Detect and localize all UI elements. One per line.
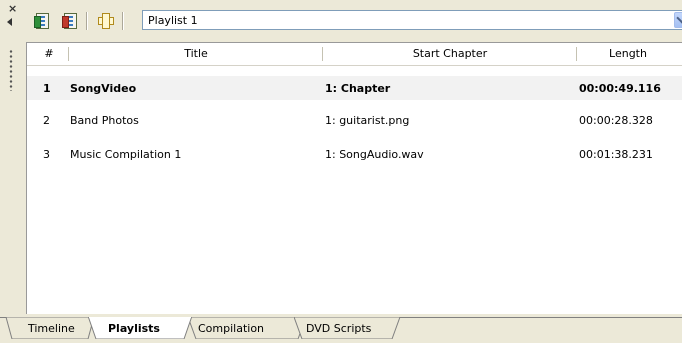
row-length: 00:00:49.116 [579,82,661,95]
table-row[interactable]: 2 Band Photos 1: guitarist.png 00:00:28.… [27,108,682,132]
playlist-select-value: Playlist 1 [148,14,198,27]
table-header: # Title Start Chapter Length [27,43,682,66]
table-row[interactable]: 3 Music Compilation 1 1: SongAudio.wav 0… [27,142,682,166]
row-title: SongVideo [70,82,137,95]
column-header-start-chapter[interactable]: Start Chapter [323,47,577,60]
row-start-chapter: 1: guitarist.png [325,114,410,127]
row-number: 3 [43,148,50,161]
tab-label: DVD Scripts [306,322,372,335]
delete-playlist-button[interactable] [58,9,80,31]
row-title: Band Photos [70,114,139,127]
grip-handle-icon[interactable] [9,49,13,91]
row-number: 1 [43,82,51,95]
add-button[interactable] [94,9,116,31]
new-playlist-button[interactable] [30,9,52,31]
tab-dvd-scripts[interactable]: DVD Scripts [294,317,404,339]
close-icon[interactable]: × [8,3,17,14]
tab-label: Compilation [198,322,265,335]
tab-label: Playlists [108,322,160,335]
row-length: 00:00:28.328 [579,114,653,127]
delete-playlist-icon [62,12,77,29]
collapse-arrow-icon[interactable] [7,18,12,26]
playlist-table: # Title Start Chapter Length 1 SongVideo… [26,42,682,314]
row-number: 2 [43,114,50,127]
tab-bar: Timeline Compilation DVD Scripts Playlis… [0,317,682,343]
playlist-select[interactable]: Playlist 1 [142,10,682,30]
tab-playlists[interactable]: Playlists [88,317,192,339]
row-length: 00:01:38.231 [579,148,653,161]
row-title: Music Compilation 1 [70,148,182,161]
column-header-number[interactable]: # [37,47,61,60]
toolbar-separator [122,12,124,30]
tab-timeline[interactable]: Timeline [0,317,100,339]
row-start-chapter: 1: SongAudio.wav [325,148,424,161]
column-header-length[interactable]: Length [577,47,679,60]
toolbar: Playlist 1 [26,6,682,36]
tab-label: Timeline [28,322,75,335]
chevron-down-icon [676,12,682,24]
new-playlist-icon [34,12,49,29]
dock-strip: × [0,0,26,343]
toolbar-separator [86,12,88,30]
column-header-title[interactable]: Title [69,47,323,60]
dropdown-button[interactable] [674,12,682,28]
add-icon [97,12,114,29]
tab-compilation[interactable]: Compilation [188,317,306,339]
row-start-chapter: 1: Chapter [325,82,391,95]
table-row[interactable]: 1 SongVideo 1: Chapter 00:00:49.116 [27,76,682,100]
